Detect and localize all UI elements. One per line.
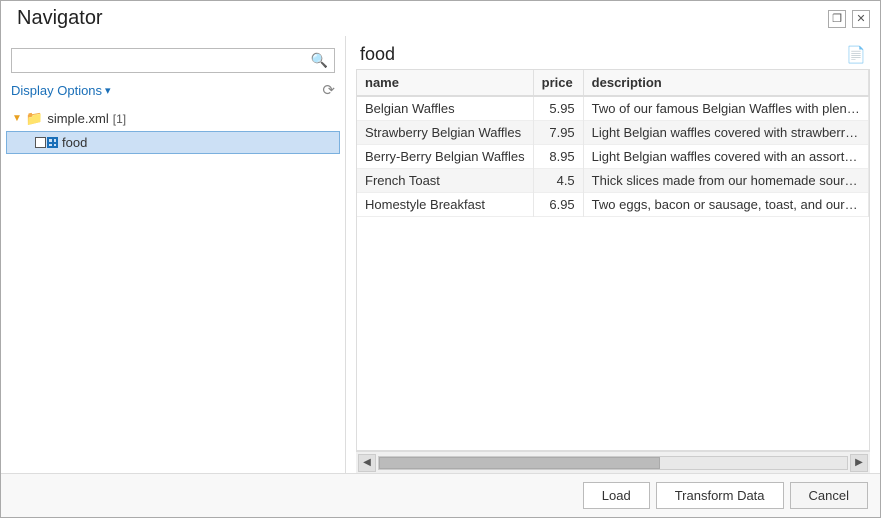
cell-price: 7.95 — [533, 121, 583, 145]
table-header-row: name price description — [357, 70, 869, 96]
tree-child-label: food — [62, 135, 87, 150]
cell-price: 4.5 — [533, 169, 583, 193]
close-icon: ✕ — [856, 12, 865, 25]
search-icon: 🔍 — [311, 52, 328, 69]
cell-price: 6.95 — [533, 193, 583, 217]
tree-area: ▼ 📁 simple.xml [1] food — [1, 107, 345, 465]
transform-data-button[interactable]: Transform Data — [656, 482, 784, 509]
col-header-description: description — [583, 70, 868, 96]
table-row[interactable]: French Toast4.5Thick slices made from ou… — [357, 169, 869, 193]
table-row[interactable]: Berry-Berry Belgian Waffles8.95Light Bel… — [357, 145, 869, 169]
left-panel: 🔍 Display Options ▾ ⟳ ▼ 📁 simple.xml [1] — [1, 36, 346, 473]
cell-name: Homestyle Breakfast — [357, 193, 533, 217]
cell-description: Light Belgian waffles covered with an as… — [583, 145, 868, 169]
display-options-label: Display Options — [11, 83, 102, 98]
close-button[interactable]: ✕ — [852, 10, 870, 28]
cell-description: Light Belgian waffles covered with straw… — [583, 121, 868, 145]
data-table: name price description Belgian Waffles5.… — [357, 70, 869, 217]
restore-icon: ❐ — [832, 12, 842, 25]
cell-price: 5.95 — [533, 96, 583, 121]
cell-name: Strawberry Belgian Waffles — [357, 121, 533, 145]
table-icon — [35, 137, 58, 148]
col-header-name: name — [357, 70, 533, 96]
scroll-right-button[interactable]: ▶ — [850, 454, 868, 472]
data-table-container: name price description Belgian Waffles5.… — [356, 69, 870, 451]
navigator-window: Navigator ❐ ✕ 🔍 Display Options ▾ — [0, 0, 881, 518]
display-options-bar: Display Options ▾ ⟳ — [11, 81, 335, 99]
table-row[interactable]: Strawberry Belgian Waffles7.95Light Belg… — [357, 121, 869, 145]
refresh-icon[interactable]: ⟳ — [322, 81, 335, 99]
search-bar[interactable]: 🔍 — [11, 48, 335, 73]
right-panel: food 📄 name price description Belgian Wa… — [346, 36, 880, 473]
display-options-button[interactable]: Display Options ▾ — [11, 83, 111, 98]
folder-icon: 📁 — [26, 110, 43, 127]
cell-name: Berry-Berry Belgian Waffles — [357, 145, 533, 169]
scroll-thumb[interactable] — [379, 457, 660, 469]
load-button[interactable]: Load — [583, 482, 650, 509]
right-header: food 📄 — [346, 36, 880, 69]
restore-button[interactable]: ❐ — [828, 10, 846, 28]
col-header-price: price — [533, 70, 583, 96]
main-content: 🔍 Display Options ▾ ⟳ ▼ 📁 simple.xml [1] — [1, 36, 880, 473]
search-input[interactable] — [18, 53, 311, 68]
cell-name: Belgian Waffles — [357, 96, 533, 121]
scroll-left-button[interactable]: ◀ — [358, 454, 376, 472]
tree-root-label: simple.xml — [47, 111, 108, 126]
table-row[interactable]: Homestyle Breakfast6.95Two eggs, bacon o… — [357, 193, 869, 217]
chevron-down-icon: ▾ — [105, 84, 111, 97]
tree-child-item-food[interactable]: food — [6, 131, 340, 154]
right-panel-title: food — [360, 44, 395, 65]
cell-name: French Toast — [357, 169, 533, 193]
tree-root-item[interactable]: ▼ 📁 simple.xml [1] — [6, 107, 340, 130]
export-icon[interactable]: 📄 — [846, 45, 866, 65]
title-bar: Navigator ❐ ✕ — [1, 1, 880, 36]
window-controls: ❐ ✕ — [828, 10, 870, 28]
cell-price: 8.95 — [533, 145, 583, 169]
expand-arrow-icon: ▼ — [12, 113, 22, 124]
cell-description: Thick slices made from our homemade sour… — [583, 169, 868, 193]
table-row[interactable]: Belgian Waffles5.95Two of our famous Bel… — [357, 96, 869, 121]
horizontal-scrollbar[interactable]: ◀ ▶ — [356, 451, 870, 473]
cell-description: Two of our famous Belgian Waffles with p… — [583, 96, 868, 121]
footer-bar: Load Transform Data Cancel — [1, 473, 880, 517]
cancel-button[interactable]: Cancel — [790, 482, 868, 509]
tree-root-badge: [1] — [113, 112, 126, 126]
scroll-track[interactable] — [378, 456, 848, 470]
cell-description: Two eggs, bacon or sausage, toast, and o… — [583, 193, 868, 217]
window-title: Navigator — [17, 7, 103, 30]
